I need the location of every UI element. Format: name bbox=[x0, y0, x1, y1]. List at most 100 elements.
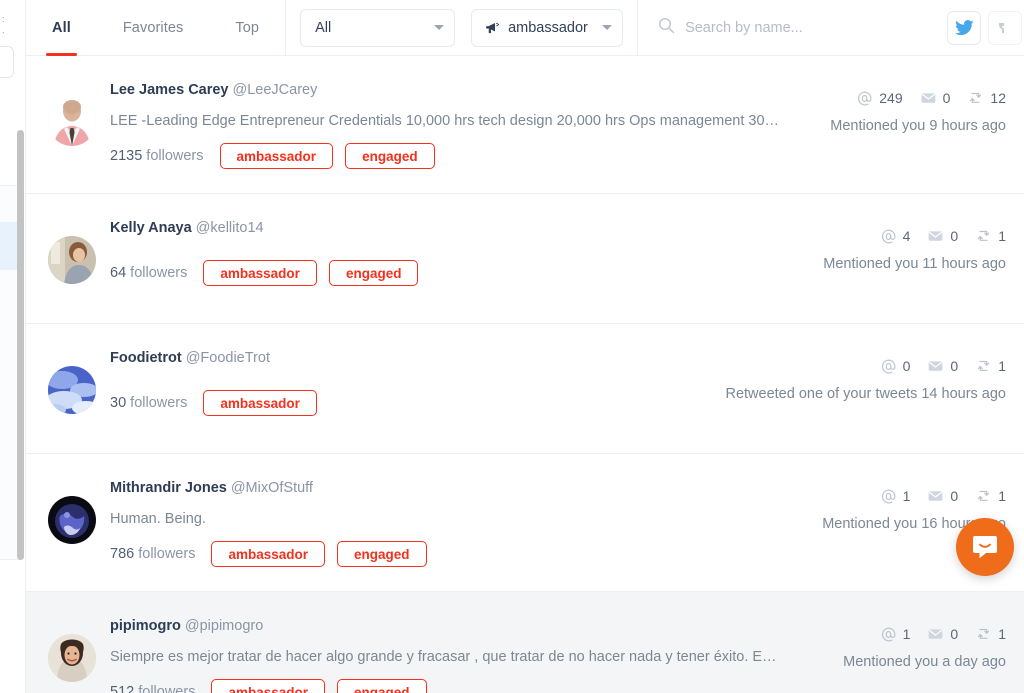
envelope-icon bbox=[928, 628, 943, 640]
stats-group: 4 0 1 bbox=[881, 228, 1006, 244]
followers-count: 64 followers bbox=[110, 265, 188, 281]
chevron-down-icon bbox=[434, 25, 445, 30]
display-name: Kelly Anaya bbox=[110, 220, 192, 236]
messages-stat: 0 bbox=[928, 488, 958, 504]
activity-text: Retweeted one of your tweets 14 hours ag… bbox=[725, 386, 1006, 402]
network-toggle-group bbox=[947, 10, 1024, 45]
tag-filter-select[interactable]: ambassador bbox=[471, 8, 624, 47]
messages-value: 0 bbox=[950, 488, 959, 504]
row-metrics: 0 0 1 Retweeted one of your tweets 14 ho… bbox=[725, 348, 1006, 402]
followers-count: 30 followers bbox=[110, 395, 188, 411]
retweets-stat: 12 bbox=[968, 90, 1006, 106]
app-root: :. All Favorites Top All ambassador Sear… bbox=[0, 0, 1024, 693]
table-row[interactable]: Foodietrot @FoodieTrot 30 followers ambas… bbox=[26, 324, 1024, 454]
retweets-value: 12 bbox=[990, 90, 1006, 106]
mentions-stat: 1 bbox=[881, 488, 910, 504]
tab-favorites-label: Favorites bbox=[122, 19, 184, 36]
bio-text: Human. Being. bbox=[110, 511, 206, 527]
table-row[interactable]: Lee James Carey @LeeJCarey LEE -Leading E… bbox=[26, 56, 1024, 194]
row-body: Mithrandir Jones @MixOfStuff Human. Being… bbox=[110, 478, 806, 567]
twitter-network-button[interactable] bbox=[947, 10, 981, 45]
retweet-icon bbox=[968, 91, 983, 105]
retweets-stat: 1 bbox=[976, 358, 1006, 374]
avatar bbox=[48, 634, 96, 682]
avatar bbox=[48, 98, 96, 146]
avatar bbox=[48, 236, 96, 284]
secondary-network-button[interactable] bbox=[988, 10, 1022, 45]
name-line: Mithrandir Jones @MixOfStuff bbox=[110, 478, 792, 498]
stats-group: 0 0 1 bbox=[881, 358, 1006, 374]
twitter-icon bbox=[954, 19, 974, 35]
tag-engaged[interactable]: engaged bbox=[328, 260, 419, 286]
meta-line: 64 followers ambassador engaged bbox=[110, 260, 792, 286]
mentions-value: 4 bbox=[902, 228, 911, 244]
display-name: Mithrandir Jones bbox=[110, 480, 227, 496]
activity-text: Mentioned you 9 hours ago bbox=[830, 118, 1006, 134]
row-body: Lee James Carey @LeeJCarey LEE -Leading E… bbox=[110, 80, 806, 169]
handle: @FoodieTrot bbox=[185, 350, 270, 366]
retweet-icon bbox=[976, 359, 991, 373]
avatar bbox=[48, 496, 96, 544]
sliver-control-fragment bbox=[0, 46, 14, 78]
type-filter-select[interactable]: All bbox=[300, 8, 456, 47]
envelope-icon bbox=[928, 360, 943, 372]
envelope-icon bbox=[928, 230, 943, 242]
tag-engaged[interactable]: engaged bbox=[337, 679, 427, 693]
mentions-value: 0 bbox=[902, 358, 911, 374]
table-row[interactable]: Mithrandir Jones @MixOfStuff Human. Being… bbox=[26, 454, 1024, 592]
at-icon bbox=[881, 229, 896, 244]
messages-value: 0 bbox=[942, 90, 951, 106]
mentions-stat: 1 bbox=[881, 626, 910, 642]
table-row[interactable]: Kelly Anaya @kellito14 64 followers ambas… bbox=[26, 194, 1024, 324]
tab-favorites[interactable]: Favorites bbox=[97, 0, 210, 56]
tag-engaged[interactable]: engaged bbox=[337, 541, 427, 567]
display-name: Lee James Carey bbox=[110, 82, 229, 98]
chevron-down-icon bbox=[602, 25, 613, 30]
handle: @LeeJCarey bbox=[232, 82, 318, 98]
tag-ambassador[interactable]: ambassador bbox=[219, 143, 334, 169]
tab-all[interactable]: All bbox=[26, 0, 97, 56]
tab-top-label: Top bbox=[235, 19, 260, 36]
retweets-value: 1 bbox=[998, 626, 1006, 642]
tag-ambassador[interactable]: ambassador bbox=[211, 679, 325, 693]
handle: @MixOfStuff bbox=[230, 480, 313, 496]
table-row[interactable]: pipimogro @pipimogro Siempre es mejor tra… bbox=[26, 592, 1024, 693]
intercom-chat-launcher[interactable] bbox=[956, 518, 1014, 576]
name-line: Kelly Anaya @kellito14 bbox=[110, 218, 792, 238]
contact-list: Lee James Carey @LeeJCarey LEE -Leading E… bbox=[26, 56, 1024, 693]
mentions-stat: 4 bbox=[881, 228, 911, 244]
meta-line: 786 followers ambassador engaged bbox=[110, 541, 792, 567]
followers-count: 512 followers bbox=[110, 684, 196, 693]
mentions-stat: 249 bbox=[857, 90, 903, 106]
tag-ambassador[interactable]: ambassador bbox=[203, 260, 317, 286]
retweets-value: 1 bbox=[998, 488, 1006, 504]
followers-count: 2135 followers bbox=[110, 148, 204, 164]
row-body: pipimogro @pipimogro Siempre es mejor tra… bbox=[110, 616, 806, 693]
tag-ambassador[interactable]: ambassador bbox=[203, 390, 317, 416]
name-line: Foodietrot @FoodieTrot bbox=[110, 348, 711, 368]
view-tabs: All Favorites Top bbox=[26, 0, 285, 56]
page-scrollbar-thumb[interactable] bbox=[17, 130, 24, 560]
retweets-stat: 1 bbox=[976, 228, 1006, 244]
at-icon bbox=[881, 627, 896, 642]
search-input[interactable] bbox=[685, 19, 947, 36]
messages-value: 0 bbox=[950, 228, 959, 244]
handle: @pipimogro bbox=[184, 618, 264, 634]
messages-stat: 0 bbox=[928, 626, 958, 642]
display-name: Foodietrot bbox=[110, 350, 182, 366]
row-metrics: 4 0 1 Mentioned you 11 hours ago bbox=[806, 218, 1006, 272]
messages-value: 0 bbox=[950, 358, 959, 374]
mentions-value: 249 bbox=[879, 90, 903, 106]
at-icon bbox=[881, 489, 896, 504]
tag-engaged[interactable]: engaged bbox=[345, 143, 435, 169]
tab-all-label: All bbox=[52, 19, 71, 36]
type-filter-value: All bbox=[315, 19, 332, 36]
envelope-icon bbox=[921, 92, 936, 104]
at-icon bbox=[857, 91, 872, 106]
row-metrics: 249 0 12 Mentioned you 9 hours ago bbox=[806, 80, 1006, 134]
tag-ambassador[interactable]: ambassador bbox=[211, 541, 325, 567]
main-column: All Favorites Top All ambassador Search … bbox=[25, 0, 1024, 693]
tab-top[interactable]: Top bbox=[209, 0, 285, 56]
messages-value: 0 bbox=[950, 626, 959, 642]
messages-stat: 0 bbox=[928, 228, 958, 244]
